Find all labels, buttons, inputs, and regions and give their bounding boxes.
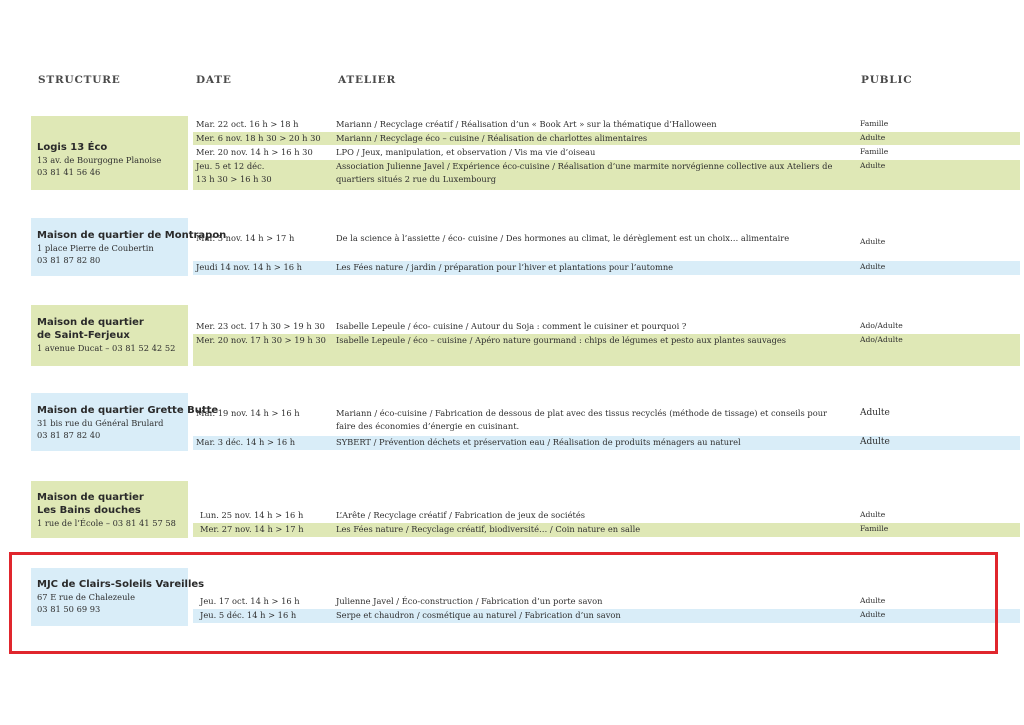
- row-public: Adulte: [860, 437, 890, 447]
- row-date-line-1: Jeu. 5 et 12 déc.: [196, 161, 265, 171]
- row-public: Adulte: [860, 262, 886, 271]
- row-public: Famille: [860, 147, 889, 156]
- structure-cell: Maison de quartier Grette Butte 31 bis r…: [31, 393, 219, 451]
- row-date: Mar. 19 nov. 14 h > 16 h: [196, 408, 300, 418]
- table-row: Mar. 5 nov. 14 h > 17 h De la science à …: [193, 232, 1020, 260]
- table-row: Jeu. 5 et 12 déc. 13 h 30 > 16 h 30 Asso…: [193, 160, 1020, 190]
- structure-block-montrapon: Maison de quartier de Montrapon 1 place …: [31, 218, 1020, 276]
- table-row: Jeudi 14 nov. 14 h > 16 h Les Fées natur…: [193, 261, 1020, 275]
- row-atelier: Mariann / éco-cuisine / Fabrication de d…: [336, 408, 828, 431]
- row-atelier: LPO / Jeux, manipulation, et observation…: [336, 147, 596, 157]
- row-date: Jeu. 5 et 12 déc. 13 h 30 > 16 h 30: [196, 160, 336, 185]
- row-date: Mer. 20 nov. 17 h 30 > 19 h 30: [196, 335, 326, 345]
- structure-phone: 03 81 87 82 40: [37, 430, 101, 440]
- table-row: Mar. 22 oct. 16 h > 18 h Mariann / Recyc…: [193, 118, 1020, 131]
- row-date: Mar. 22 oct. 16 h > 18 h: [196, 119, 299, 129]
- row-public: Adulte: [860, 408, 890, 418]
- structure-block-logis-13-eco: Logis 13 Éco 13 av. de Bourgogne Planois…: [31, 116, 1020, 190]
- structure-block-saint-ferjeux: Maison de quartier de Saint-Ferjeux 1 av…: [31, 305, 1020, 366]
- structure-cell: Maison de quartier de Saint-Ferjeux 1 av…: [31, 305, 188, 366]
- table-row: Mar. 19 nov. 14 h > 16 h Mariann / éco-c…: [193, 407, 1020, 435]
- row-date: Mar. 3 déc. 14 h > 16 h: [196, 437, 296, 447]
- row-date: Mer. 20 nov. 14 h > 16 h 30: [196, 147, 313, 157]
- structure-name-line-2: Les Bains douches: [37, 505, 141, 516]
- structure-block-bains-douches: Maison de quartier Les Bains douches 1 r…: [31, 481, 1020, 538]
- structure-cell: Logis 13 Éco 13 av. de Bourgogne Planois…: [31, 116, 188, 190]
- row-atelier: Isabelle Lepeule / éco – cuisine / Apéro…: [336, 335, 787, 345]
- row-date: Mar. 5 nov. 14 h > 17 h: [196, 233, 295, 243]
- row-public: Ado/Adulte: [860, 321, 903, 330]
- row-atelier: Les Fées nature / Recyclage créatif, bio…: [336, 524, 641, 534]
- row-date: Mer. 27 nov. 14 h > 17 h: [200, 524, 304, 534]
- table-row: Mer. 23 oct. 17 h 30 > 19 h 30 Isabelle …: [193, 320, 1020, 333]
- row-public: Adulte: [860, 237, 886, 246]
- table-row: Mer. 27 nov. 14 h > 17 h Les Fées nature…: [193, 523, 1020, 537]
- table-row: Mar. 3 déc. 14 h > 16 h SYBERT / Prévent…: [193, 436, 1020, 450]
- structure-address: 1 avenue Ducat – 03 81 52 42 52: [37, 343, 176, 353]
- header-date: DATE: [196, 74, 232, 86]
- row-atelier: De la science à l’assiette / éco- cuisin…: [336, 233, 790, 243]
- structure-cell: Maison de quartier Les Bains douches 1 r…: [31, 481, 188, 538]
- structure-address: 31 bis rue du Général Brulard: [37, 418, 164, 428]
- structure-address: 13 av. de Bourgogne Planoise: [37, 155, 162, 165]
- row-date: Jeudi 14 nov. 14 h > 16 h: [196, 262, 302, 272]
- row-date-line-2: 13 h 30 > 16 h 30: [196, 173, 272, 184]
- structure-phone: 03 81 41 56 46: [37, 167, 101, 177]
- row-date: Mer. 23 oct. 17 h 30 > 19 h 30: [196, 321, 325, 331]
- row-atelier: Mariann / Recyclage créatif / Réalisatio…: [336, 119, 717, 129]
- structure-name: Maison de quartier Grette Butte: [37, 405, 219, 416]
- row-public: Adulte: [860, 161, 886, 170]
- row-public: Adulte: [860, 133, 886, 142]
- structure-name: Logis 13 Éco: [37, 142, 108, 153]
- table-row: Mer. 20 nov. 17 h 30 > 19 h 30 Isabelle …: [193, 334, 1020, 366]
- row-atelier: L’Arête / Recyclage créatif / Fabricatio…: [336, 510, 585, 520]
- structure-address: 1 place Pierre de Coubertin: [37, 243, 154, 253]
- row-atelier: SYBERT / Prévention déchets et préservat…: [336, 437, 741, 447]
- row-public: Famille: [860, 119, 889, 128]
- header-structure: STRUCTURE: [38, 74, 121, 86]
- row-public: Famille: [860, 524, 889, 533]
- structure-name-line-1: Maison de quartier: [37, 317, 144, 328]
- structure-cell: Maison de quartier de Montrapon 1 place …: [31, 218, 227, 276]
- structure-address: 1 rue de l’École – 03 81 41 57 58: [37, 518, 176, 528]
- structure-name: Maison de quartier de Montrapon: [37, 230, 227, 241]
- table-row: Mer. 20 nov. 14 h > 16 h 30 LPO / Jeux, …: [193, 146, 1020, 159]
- row-atelier: Isabelle Lepeule / éco- cuisine / Autour…: [336, 321, 687, 331]
- structure-phone: 03 81 87 82 80: [37, 255, 101, 265]
- row-public: Ado/Adulte: [860, 335, 903, 344]
- table-row: Lun. 25 nov. 14 h > 16 h L’Arête / Recyc…: [193, 509, 1020, 522]
- structure-name-line-1: Maison de quartier: [37, 492, 144, 503]
- row-atelier: Mariann / Recyclage éco – cuisine / Réal…: [336, 133, 648, 143]
- header-public: PUBLIC: [861, 74, 913, 86]
- row-date: Mer. 6 nov. 18 h 30 > 20 h 30: [196, 133, 321, 143]
- table-row: Mer. 6 nov. 18 h 30 > 20 h 30 Mariann / …: [193, 132, 1020, 145]
- row-atelier: Les Fées nature / jardin / préparation p…: [336, 262, 674, 272]
- row-date: Lun. 25 nov. 14 h > 16 h: [200, 510, 304, 520]
- structure-block-grette-butte: Maison de quartier Grette Butte 31 bis r…: [31, 393, 1020, 451]
- row-atelier: Association Julienne Javel / Expérience …: [336, 161, 833, 184]
- structure-name-line-2: de Saint-Ferjeux: [37, 330, 130, 341]
- row-public: Adulte: [860, 510, 886, 519]
- header-atelier: ATELIER: [338, 74, 397, 86]
- highlight-box: [9, 552, 998, 654]
